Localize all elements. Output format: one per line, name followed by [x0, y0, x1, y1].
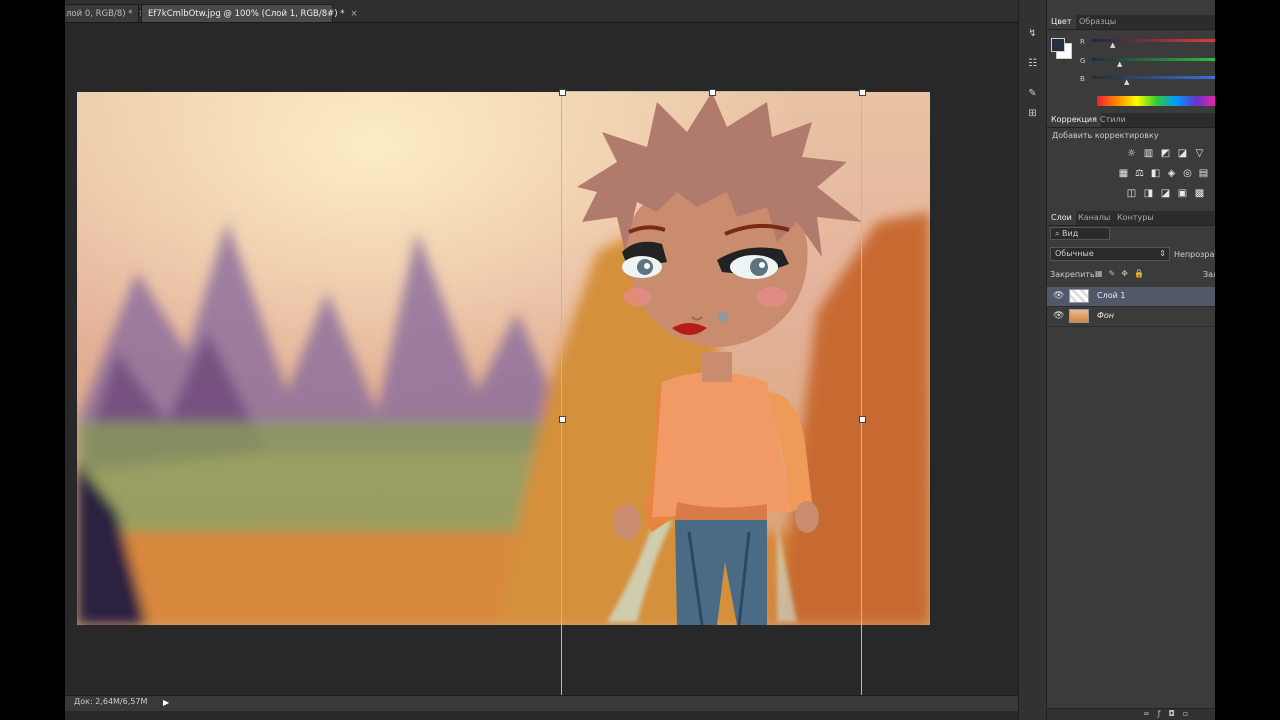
color-balance-icon[interactable]: ⚖ — [1134, 169, 1145, 179]
selective-color-icon[interactable]: ▣ — [1177, 189, 1188, 199]
transform-handle[interactable] — [859, 416, 866, 423]
tab-adjustments[interactable]: Коррекция — [1047, 113, 1101, 127]
document-canvas[interactable] — [77, 92, 930, 625]
panel-icon-strip: ↯ ☷ ✎ ⊞ — [1018, 0, 1047, 720]
tab-label: Ef7kCmlbOtw.jpg @ 100% (Слой 1, RGB/8#) … — [148, 9, 345, 19]
transform-handle[interactable] — [559, 89, 566, 96]
tab-styles[interactable]: Стили — [1096, 113, 1130, 127]
chevron-down-icon: ⇕ — [1159, 249, 1166, 258]
photoshop-window: лой 0, RGB/8) *× Ef7kCmlbOtw.jpg @ 100% … — [65, 0, 1215, 720]
fill-label: Зал — [1203, 270, 1215, 279]
close-icon[interactable]: × — [351, 9, 358, 19]
tab-layers[interactable]: Слои — [1047, 211, 1076, 225]
blend-mode-select[interactable]: Обычные ⇕ — [1050, 247, 1170, 261]
levels-icon[interactable]: ▥ — [1143, 149, 1154, 159]
layer-filter-label: Вид — [1062, 229, 1079, 238]
adjustments-panel-tabs: Коррекция Стили — [1047, 113, 1215, 128]
tab-swatches[interactable]: Образцы — [1075, 15, 1120, 29]
blend-mode-value: Обычные — [1055, 249, 1094, 258]
layer-actions-icons[interactable]: ∞ƒ◘▫ — [1143, 709, 1196, 718]
photo-filter-icon[interactable]: ◈ — [1166, 169, 1177, 179]
layer-thumbnail — [1069, 309, 1089, 323]
layer-row[interactable]: 👁 Фон — [1047, 307, 1215, 327]
hue-saturation-icon[interactable]: ▦ — [1118, 169, 1129, 179]
slider-thumb-g[interactable]: ▲ — [1117, 60, 1122, 68]
eye-icon[interactable]: 👁 — [1053, 311, 1064, 321]
brightness-icon[interactable]: ☼ — [1126, 149, 1137, 159]
lock-label: Закрепить: — [1050, 270, 1098, 279]
search-icon: ⌕ — [1055, 229, 1060, 238]
layers-footer: ∞ƒ◘▫ — [1047, 708, 1215, 720]
layer-row[interactable]: 👁 Слой 1 — [1047, 287, 1215, 307]
foreground-color-swatch[interactable] — [1051, 38, 1065, 52]
transform-handle[interactable] — [709, 89, 716, 96]
channel-label-r: R — [1080, 38, 1085, 46]
slider-g[interactable] — [1092, 58, 1215, 61]
slider-thumb-r[interactable]: ▲ — [1110, 41, 1115, 49]
layer-name: Фон — [1097, 311, 1115, 320]
right-panels: Цвет Образцы R ▲ G ▲ B ▲ Коррекция Стили… — [1046, 0, 1215, 720]
black-white-icon[interactable]: ◧ — [1150, 169, 1161, 179]
lock-icons[interactable]: ▦✎✥🔒 — [1095, 269, 1150, 278]
transform-handle[interactable] — [559, 416, 566, 423]
exposure-icon[interactable]: ◪ — [1177, 149, 1188, 159]
slider-b[interactable] — [1092, 76, 1215, 79]
posterize-icon[interactable]: ◨ — [1143, 189, 1154, 199]
tab-color[interactable]: Цвет — [1047, 15, 1076, 29]
opacity-label: Непрозрачн — [1174, 250, 1215, 259]
tab-channels[interactable]: Каналы — [1074, 211, 1114, 225]
threshold-icon[interactable]: ◪ — [1160, 189, 1171, 199]
vibrance-icon[interactable]: ▽ — [1194, 149, 1205, 159]
invert-icon[interactable]: ◫ — [1126, 189, 1137, 199]
document-size: Док: 2,64M/6,57M — [74, 697, 148, 706]
color-panel-tabs: Цвет Образцы — [1047, 15, 1215, 30]
actions-icon[interactable]: ☷ — [1026, 58, 1039, 70]
layer-thumbnail — [1069, 289, 1089, 303]
tab-active-doc[interactable]: Ef7kCmlbOtw.jpg @ 100% (Слой 1, RGB/8#) … — [141, 4, 358, 22]
document-tab-bar: лой 0, RGB/8) *× Ef7kCmlbOtw.jpg @ 100% … — [65, 0, 1018, 23]
channel-label-g: G — [1080, 57, 1086, 65]
tool-presets-icon[interactable]: ⊞ — [1026, 108, 1039, 120]
status-bar: Док: 2,64M/6,57M ▶ — [65, 695, 1018, 711]
slider-thumb-b[interactable]: ▲ — [1124, 78, 1129, 86]
layers-panel-tabs: Слои Каналы Контуры — [1047, 211, 1215, 226]
transform-handle[interactable] — [859, 89, 866, 96]
brush-presets-icon[interactable]: ✎ — [1026, 88, 1039, 100]
adjustments-subtitle: Добавить корректировку — [1052, 131, 1159, 140]
channel-mixer-icon[interactable]: ◎ — [1182, 169, 1193, 179]
gradient-map-icon[interactable]: ▩ — [1194, 189, 1205, 199]
transform-guide-left — [561, 91, 562, 695]
color-spectrum-bar[interactable] — [1097, 96, 1215, 106]
tab-layer0-doc[interactable]: лой 0, RGB/8) *× — [65, 4, 146, 22]
color-lookup-icon[interactable]: ▤ — [1198, 169, 1209, 179]
layer-filter-field[interactable]: ⌕ Вид — [1050, 227, 1110, 240]
canvas-area[interactable] — [65, 23, 1018, 695]
status-menu-arrow-icon[interactable]: ▶ — [163, 698, 169, 707]
canvas-image — [77, 92, 930, 625]
history-icon[interactable]: ↯ — [1026, 28, 1039, 40]
tab-paths[interactable]: Контуры — [1113, 211, 1158, 225]
curves-icon[interactable]: ◩ — [1160, 149, 1171, 159]
layer-name: Слой 1 — [1097, 291, 1126, 300]
eye-icon[interactable]: 👁 — [1053, 291, 1064, 301]
channel-label-b: B — [1080, 75, 1085, 83]
tab-label: лой 0, RGB/8) * — [66, 9, 133, 19]
transform-guide-right — [861, 91, 862, 695]
